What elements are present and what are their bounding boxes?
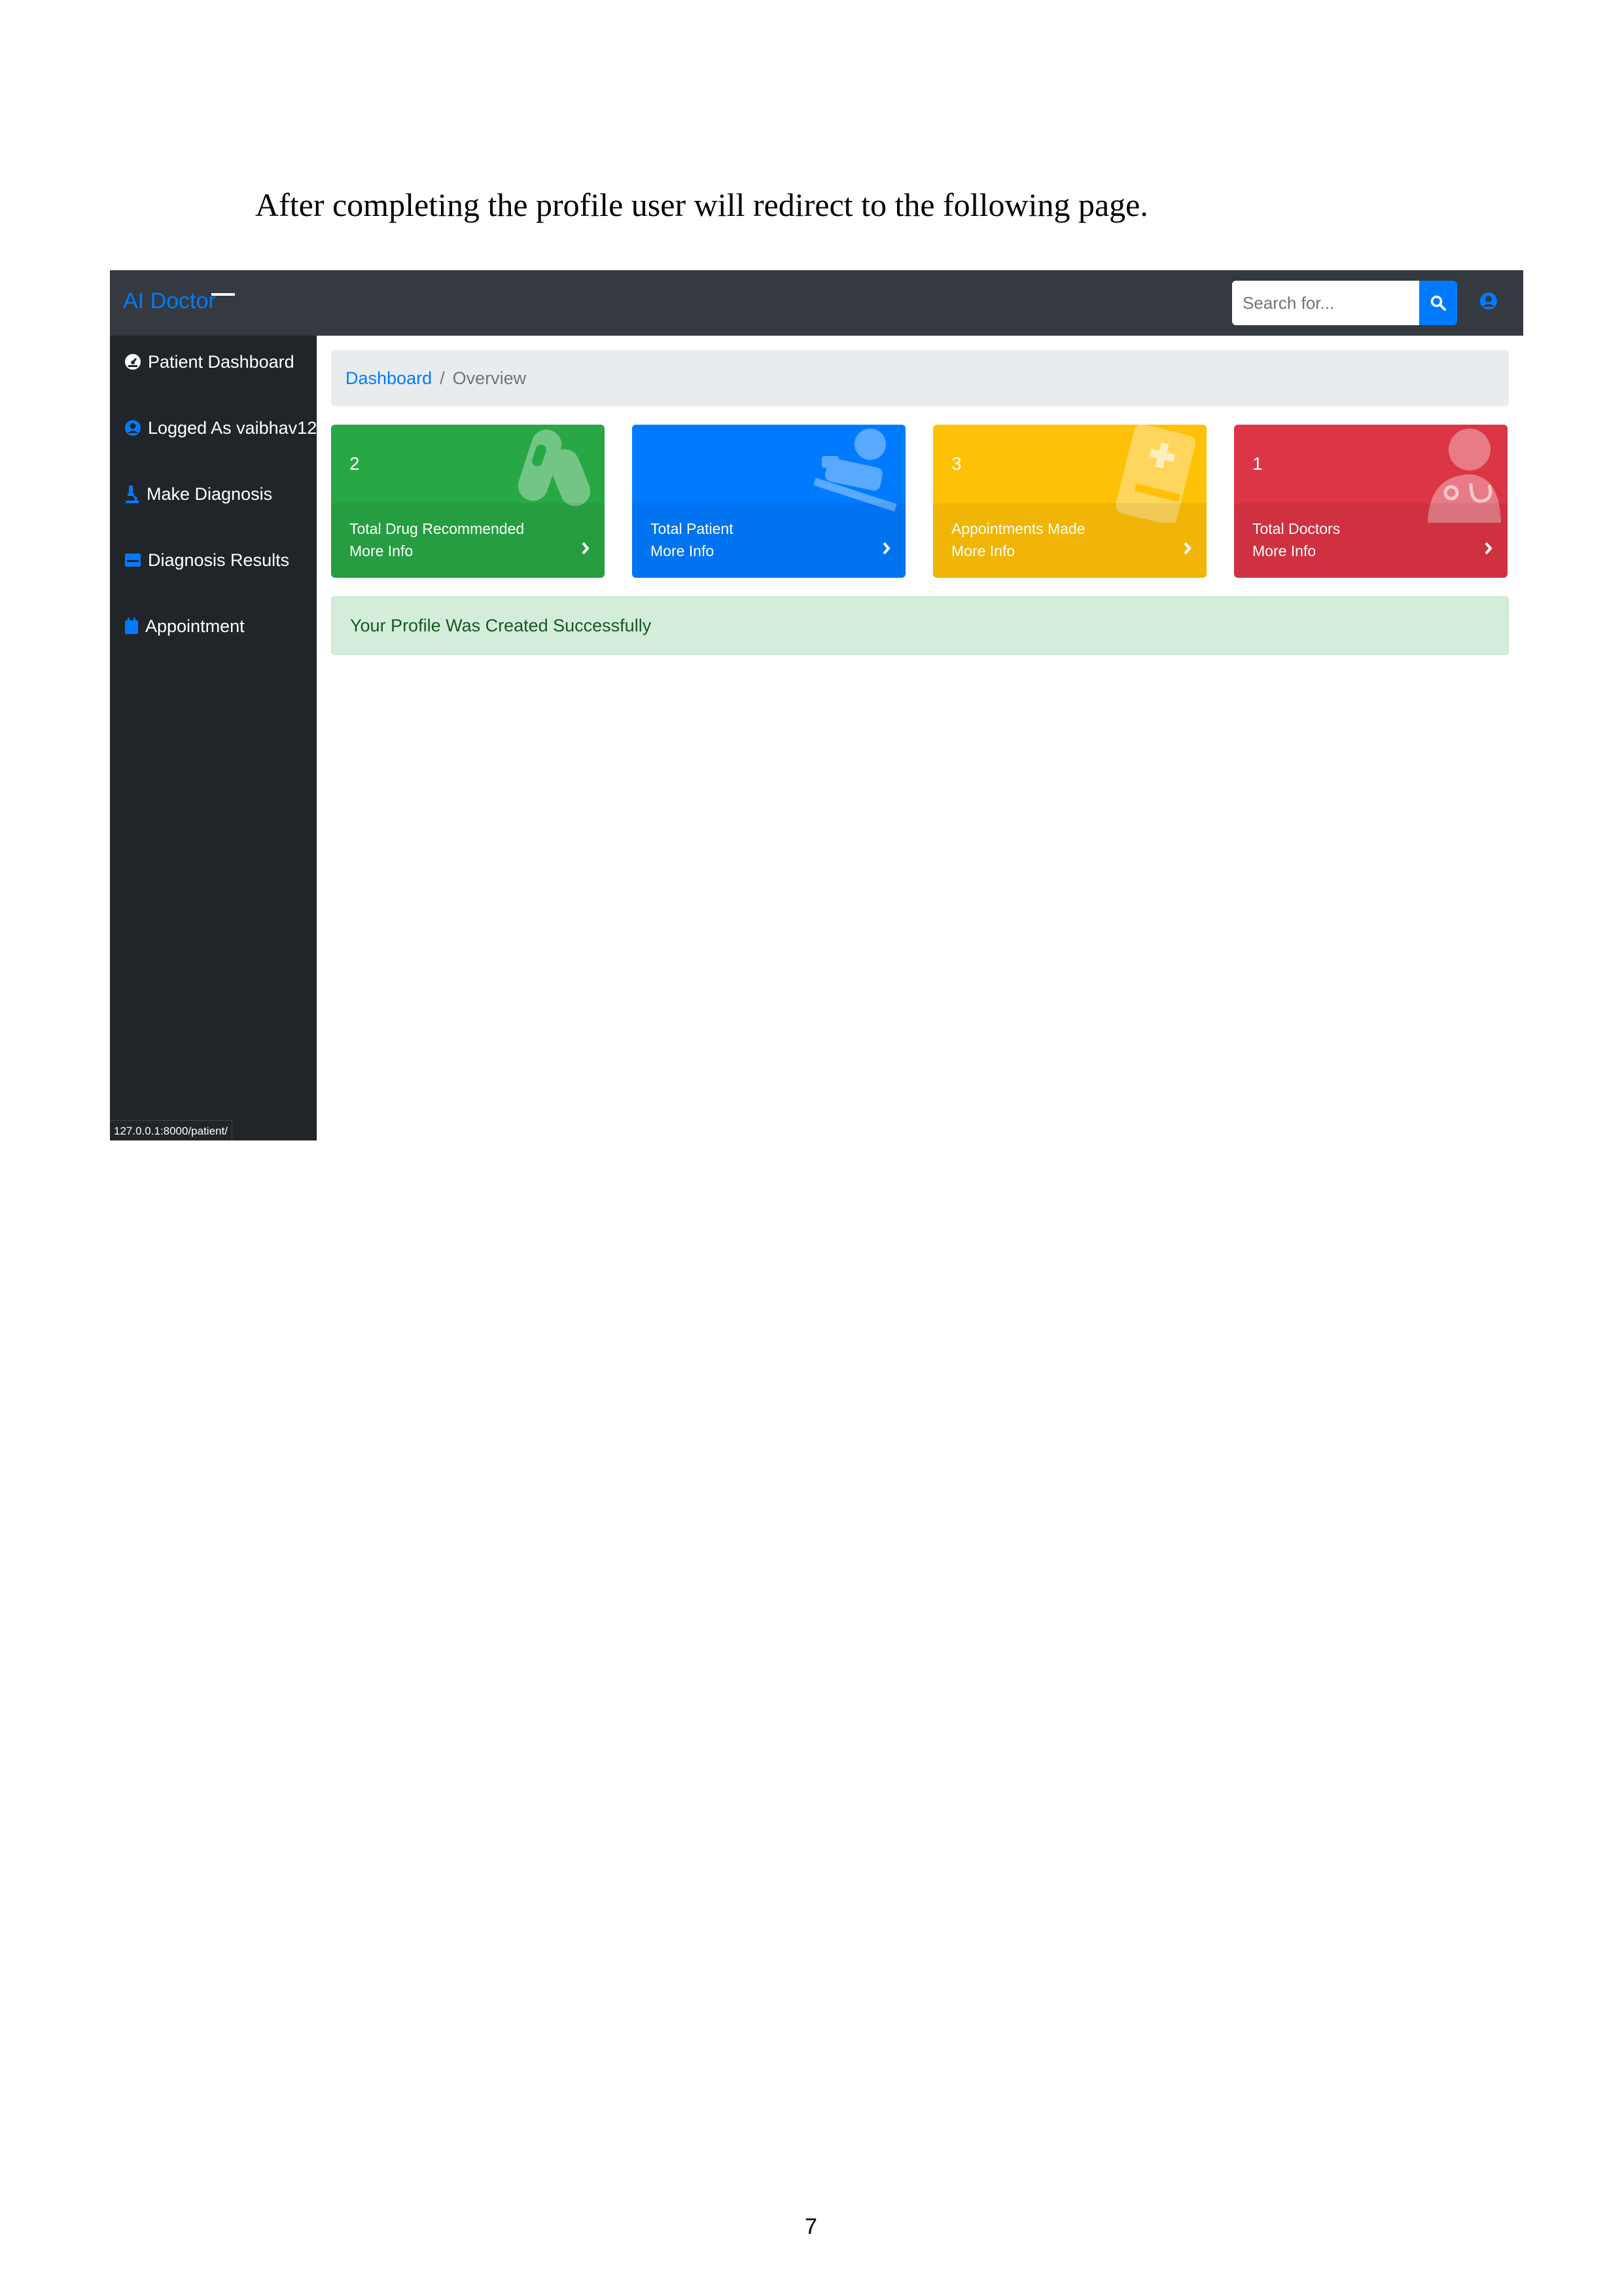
sidebar-item-diagnosis-results[interactable]: Diagnosis Results xyxy=(124,546,289,574)
sidebar-toggle-button[interactable] xyxy=(211,290,235,313)
card-count: 2 xyxy=(349,453,360,474)
brand-logo[interactable]: AI Doctor xyxy=(123,289,216,314)
user-menu-button[interactable] xyxy=(1479,291,1502,315)
page-number: 7 xyxy=(805,2214,817,2239)
user-circle-icon xyxy=(125,420,141,436)
search-input[interactable] xyxy=(1232,281,1419,325)
sidebar-item-label: Diagnosis Results xyxy=(148,550,290,570)
chevron-right-icon xyxy=(1485,542,1492,555)
card-title: Total Drug Recommended xyxy=(349,520,525,537)
card-title: Total Patient xyxy=(650,520,733,537)
breadcrumb-dashboard-link[interactable]: Dashboard xyxy=(345,368,432,389)
hamburger-icon xyxy=(211,293,235,296)
pills-icon xyxy=(518,429,591,506)
card-more-info-link[interactable]: More Info xyxy=(650,542,714,560)
app-screenshot: AI Doctor Search for... Patient Dashboar… xyxy=(110,270,1523,1140)
success-alert: Your Profile Was Created Successfully xyxy=(331,596,1509,655)
breadcrumb-current: Overview xyxy=(452,368,527,388)
card-footer[interactable]: Total Doctors More Info xyxy=(1234,503,1508,578)
browser-status-url: 127.0.0.1:8000/patient/ xyxy=(110,1120,232,1140)
sidebar-item-make-diagnosis[interactable]: Make Diagnosis xyxy=(124,480,272,508)
card-appointments-made: 3 Appointments Made More Info xyxy=(933,425,1207,578)
card-footer[interactable]: Total Patient More Info xyxy=(632,503,906,578)
chevron-right-icon xyxy=(883,542,891,555)
microscope-icon xyxy=(126,486,139,503)
sidebar-item-appointment[interactable]: Appointment xyxy=(124,612,245,641)
search-button[interactable] xyxy=(1419,281,1457,325)
card-title: Appointments Made xyxy=(951,520,1086,537)
sidebar-item-label: Appointment xyxy=(145,616,245,636)
alert-message: Your Profile Was Created Successfully xyxy=(350,615,652,635)
sidebar-item-logged-as[interactable]: Logged As vaibhav123 xyxy=(124,414,327,442)
breadcrumb: Dashboard / Overview xyxy=(331,350,1509,406)
top-navbar: AI Doctor xyxy=(110,270,1523,336)
sidebar: Patient Dashboard Logged As vaibhav123 M… xyxy=(110,336,327,1140)
card-more-info-link[interactable]: More Info xyxy=(1252,542,1316,560)
breadcrumb-separator: / xyxy=(440,368,445,388)
sidebar-item-label: Make Diagnosis xyxy=(147,484,273,504)
sidebar-item-label: Logged As vaibhav123 xyxy=(148,417,327,438)
card-total-doctors: 1 Total Doctors More Info xyxy=(1234,425,1508,578)
card-more-info-link[interactable]: More Info xyxy=(349,542,413,560)
card-total-patient: Total Patient More Info xyxy=(632,425,906,578)
card-count: 1 xyxy=(1252,453,1263,474)
card-footer[interactable]: Appointments Made More Info xyxy=(933,503,1207,578)
sidebar-item-patient-dashboard[interactable]: Patient Dashboard xyxy=(124,347,294,376)
chevron-right-icon xyxy=(582,542,590,555)
calendar-icon xyxy=(125,618,138,634)
procedures-icon xyxy=(813,429,897,512)
card-count: 3 xyxy=(951,453,962,474)
sidebar-item-label: Patient Dashboard xyxy=(148,351,294,372)
card-more-info-link[interactable]: More Info xyxy=(951,542,1015,560)
dashboard-icon xyxy=(125,354,141,370)
search-icon xyxy=(1430,295,1446,311)
card-total-drug-recommended: 2 Total Drug Recommended More Info xyxy=(331,425,605,578)
id-card-icon xyxy=(125,554,141,567)
page-caption: After completing the profile user will r… xyxy=(255,186,1148,223)
card-title: Total Doctors xyxy=(1252,520,1341,537)
user-circle-icon xyxy=(1480,292,1497,309)
search-form xyxy=(1232,281,1462,325)
card-footer[interactable]: Total Drug Recommended More Info xyxy=(331,503,605,578)
chevron-right-icon xyxy=(1184,542,1192,555)
